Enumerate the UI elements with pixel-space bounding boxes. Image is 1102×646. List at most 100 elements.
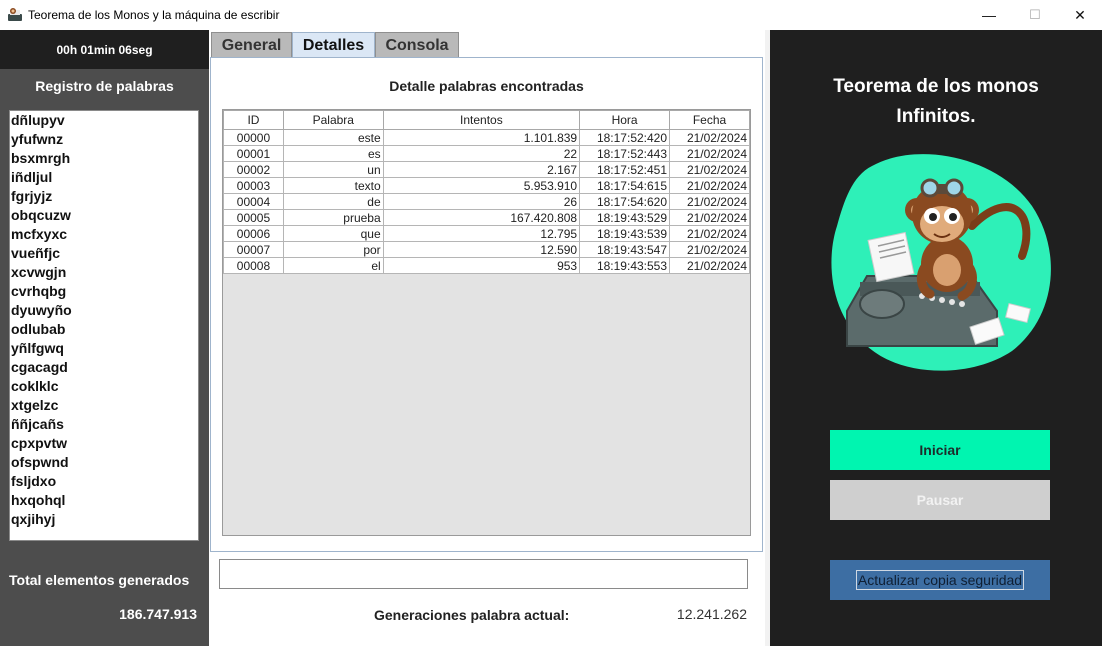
word-list-item[interactable]: mcfxyxc: [10, 225, 198, 244]
word-list-item[interactable]: vueñfjc: [10, 244, 198, 263]
table-cell: texto: [282, 177, 384, 194]
table-cell: 21/02/2024: [669, 241, 750, 258]
table-cell: 167.420.808: [382, 209, 581, 226]
table-cell: 12.590: [382, 241, 581, 258]
table-cell: 18:17:52:420: [579, 129, 671, 146]
window-title: Teorema de los Monos y la máquina de esc…: [28, 8, 280, 22]
maximize-button[interactable]: ☐: [1012, 0, 1058, 30]
update-backup-button-label: Actualizar copia seguridad: [855, 570, 1025, 590]
table-cell: 00004: [223, 193, 284, 210]
word-list-item[interactable]: ofspwnd: [10, 453, 198, 472]
total-generated-value: 186.747.913: [119, 606, 197, 622]
app-icon: [8, 8, 22, 21]
table-row[interactable]: 00005 prueba 167.420.808 18:19:43:529 21/02/…: [223, 209, 750, 226]
right-panel: Teorema de los monos Infinitos. Iniciar …: [770, 30, 1102, 646]
table-row[interactable]: 00000 este 1.101.839 18:17:52:420 21/02/2024: [223, 129, 750, 146]
table-cell: un: [282, 161, 384, 178]
table-row[interactable]: 00006 que 12.795 18:19:43:539 21/02/2024: [223, 225, 750, 242]
table-cell: 21/02/2024: [669, 145, 750, 162]
column-header[interactable]: Fecha: [669, 110, 750, 130]
registry-title: Registro de palabras: [35, 78, 174, 94]
table-row[interactable]: 00001 es 22 18:17:52:443 21/02/2024: [223, 145, 750, 162]
word-list-item[interactable]: odlubab: [10, 320, 198, 339]
pause-button[interactable]: Pausar: [830, 480, 1050, 520]
tab-general[interactable]: General: [211, 32, 292, 58]
details-tab-panel: Detalle palabras encontradas ID Palabra In…: [210, 57, 763, 552]
table-cell: 18:17:52:443: [579, 145, 671, 162]
word-list-item[interactable]: yñlfgwq: [10, 339, 198, 358]
current-generations-value: 12.241.262: [676, 606, 747, 622]
center-panel: General Detalles Consola Detalle palabra…: [209, 30, 765, 646]
table-cell: prueba: [282, 209, 384, 226]
table-cell: 12.795: [382, 225, 581, 242]
table-cell: 1.101.839: [382, 129, 581, 146]
table-cell: 00002: [223, 161, 284, 178]
table-cell: 21/02/2024: [669, 193, 750, 210]
word-list-item[interactable]: dyuwyño: [10, 301, 198, 320]
word-list-item[interactable]: xtgelzc: [10, 396, 198, 415]
update-backup-button[interactable]: Actualizar copia seguridad: [830, 560, 1050, 600]
word-list-item[interactable]: xcvwgjn: [10, 263, 198, 282]
table-cell: 21/02/2024: [669, 225, 750, 242]
column-header[interactable]: ID: [223, 110, 284, 130]
table-cell: 22: [382, 145, 581, 162]
word-list-item[interactable]: bsxmrgh: [10, 149, 198, 168]
table-cell: de: [282, 193, 384, 210]
table-row[interactable]: 00003 texto 5.953.910 18:17:54:615 21/02/202…: [223, 177, 750, 194]
table-cell: 21/02/2024: [669, 177, 750, 194]
table-cell: 18:19:43:539: [579, 225, 671, 242]
word-list-item[interactable]: hxqohql: [10, 491, 198, 510]
word-list-item[interactable]: obqcuzw: [10, 206, 198, 225]
tab-console[interactable]: Consola: [375, 32, 459, 58]
table-cell: que: [282, 225, 384, 242]
table-cell: 00007: [223, 241, 284, 258]
table-cell: 21/02/2024: [669, 129, 750, 146]
table-cell: 00001: [223, 145, 284, 162]
word-list-item[interactable]: coklklc: [10, 377, 198, 396]
word-list-item[interactable]: cvrhqbg: [10, 282, 198, 301]
close-button[interactable]: ✕: [1057, 0, 1102, 30]
column-header[interactable]: Hora: [579, 110, 671, 130]
app-heading-line2: Infinitos.: [896, 106, 976, 127]
table-cell: 00005: [223, 209, 284, 226]
table-row[interactable]: 00007 por 12.590 18:19:43:547 21/02/2024: [223, 241, 750, 258]
word-list-item[interactable]: iñdljul: [10, 168, 198, 187]
word-list-item[interactable]: ññjcañs: [10, 415, 198, 434]
table-cell: este: [282, 129, 384, 146]
column-header[interactable]: Palabra: [282, 110, 384, 130]
start-button[interactable]: Iniciar: [830, 430, 1050, 470]
word-list-item[interactable]: fsljdxo: [10, 472, 198, 491]
table-cell: 00000: [223, 129, 284, 146]
word-list-item[interactable]: cgacagd: [10, 358, 198, 377]
table-cell: 2.167: [382, 161, 581, 178]
table-cell: 21/02/2024: [669, 257, 750, 274]
found-words-table-container[interactable]: ID Palabra Intentos Hora Fecha 00000 este 1.10…: [222, 109, 751, 536]
word-list-item[interactable]: fgrjyjz: [10, 187, 198, 206]
column-header[interactable]: Intentos: [382, 110, 581, 130]
current-generations-label: Generaciones palabra actual:: [374, 607, 570, 623]
word-registry-list[interactable]: dñlupyv yfufwnz bsxmrgh iñdljul fgrjyjz obqcu…: [9, 110, 199, 541]
table-cell: 18:17:52:451: [579, 161, 671, 178]
app-heading: Teorema de los monos Infinitos.: [770, 72, 1102, 132]
minimize-button[interactable]: —: [966, 0, 1012, 30]
word-input-field[interactable]: [219, 559, 748, 589]
word-list-item[interactable]: dñlupyv: [10, 111, 198, 130]
table-cell: 18:17:54:615: [579, 177, 671, 194]
table-cell: 26: [382, 193, 581, 210]
tab-details[interactable]: Detalles: [292, 32, 375, 58]
table-cell: 21/02/2024: [669, 161, 750, 178]
word-list-item[interactable]: qxjihyj: [10, 510, 198, 529]
table-cell: 18:19:43:547: [579, 241, 671, 258]
table-cell: 00006: [223, 225, 284, 242]
table-cell: 00003: [223, 177, 284, 194]
table-row[interactable]: 00004 de 26 18:17:54:620 21/02/2024: [223, 193, 750, 210]
word-list-item[interactable]: cpxpvtw: [10, 434, 198, 453]
table-cell: 953: [382, 257, 581, 274]
table-cell: 21/02/2024: [669, 209, 750, 226]
table-cell: 18:17:54:620: [579, 193, 671, 210]
word-list-item[interactable]: yfufwnz: [10, 130, 198, 149]
table-row[interactable]: 00008 el 953 18:19:43:553 21/02/2024: [223, 257, 750, 274]
table-row[interactable]: 00002 un 2.167 18:17:52:451 21/02/2024: [223, 161, 750, 178]
found-words-table[interactable]: ID Palabra Intentos Hora Fecha 00000 este 1.10…: [223, 110, 750, 274]
table-cell: 18:19:43:553: [579, 257, 671, 274]
